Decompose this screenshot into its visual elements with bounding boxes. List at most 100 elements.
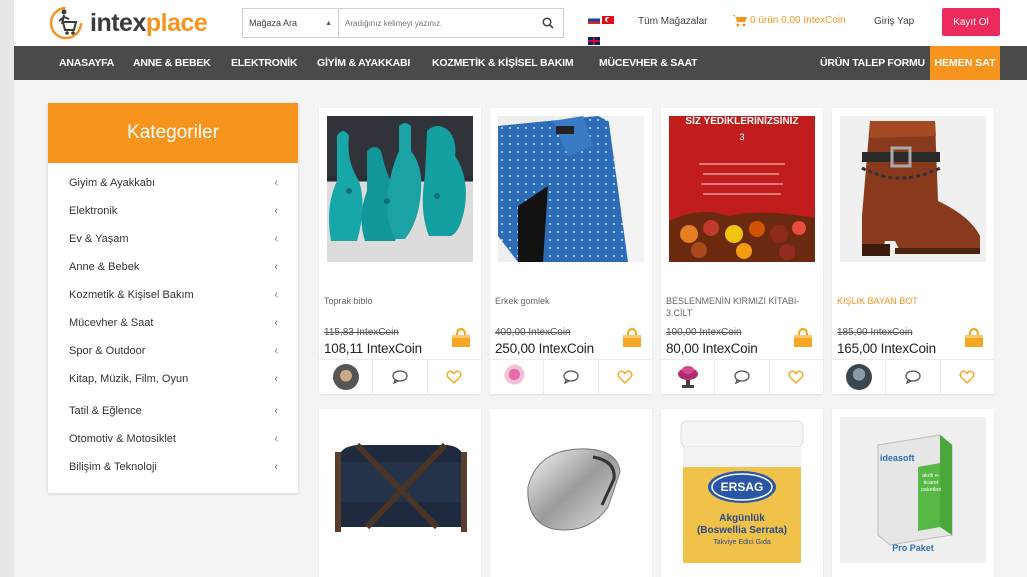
site-logo[interactable]: intexplace (48, 4, 208, 42)
product-card[interactable]: ideasoft akıllı e-ticaret paketleri Pro … (832, 409, 994, 577)
category-item[interactable]: Spor & Outdoor ‹ (48, 337, 298, 365)
category-label: Anne & Bebek (69, 261, 140, 273)
logo-text-intex: intex (90, 8, 146, 37)
product-name[interactable]: BESLENMENİN KIRMIZI KİTABI-3.CİLT (666, 295, 816, 319)
product-image-book-cover[interactable]: SİZ YEDİKLERİNİZSİNİZ 3 (669, 116, 815, 262)
favorite-button[interactable] (428, 360, 481, 394)
ersag-brand: ERSAG (720, 480, 764, 494)
category-item[interactable]: Kitap, Müzik, Film, Oyun ‹ (48, 365, 298, 397)
english-flag-icon[interactable] (588, 37, 600, 45)
product-card[interactable]: Toprak biblo 115,83 IntexCoin 108,11 Int… (319, 108, 481, 394)
product-card[interactable]: Erkek gomlek 400,00 IntexCoin 250,00 Int… (490, 108, 652, 394)
search-input[interactable] (339, 9, 533, 37)
seller-link[interactable] (661, 360, 716, 394)
search-button[interactable] (533, 9, 563, 37)
product-image-ideasoft-box[interactable]: ideasoft akıllı e-ticaret paketleri Pro … (840, 417, 986, 563)
category-item[interactable]: Ev & Yaşam ‹ (48, 225, 298, 253)
product-card[interactable]: ERSAG Akgünlük (Boswellia Serrata) Takvi… (661, 409, 823, 577)
chevron-left-icon: ‹ (274, 177, 278, 189)
product-card[interactable]: KIŞLIK BAYAN BOT 185,00 IntexCoin 165,00… (832, 108, 994, 394)
product-price: 80,00 IntexCoin (666, 341, 758, 356)
comment-icon (563, 370, 579, 384)
logo-cart-icon (48, 4, 88, 42)
favorite-button[interactable] (599, 360, 652, 394)
product-old-price: 115,83 IntexCoin (324, 327, 399, 338)
product-name[interactable]: Toprak biblo (324, 295, 474, 307)
category-label: Tatil & Eğlence (69, 405, 142, 417)
category-sidebar: Kategoriler Giyim & Ayakkabı ‹ Elektronik… (48, 103, 298, 493)
category-label: Kozmetik & Kişisel Bakım (69, 289, 194, 301)
category-item[interactable]: Giyim & Ayakkabı ‹ (48, 169, 298, 197)
nav-jewelry-watch[interactable]: MÜCEVHER & SAAT (599, 46, 698, 80)
product-image-boot[interactable] (840, 116, 986, 262)
category-label: Elektronik (69, 205, 118, 217)
all-stores-link[interactable]: Tüm Mağazalar (638, 16, 707, 27)
product-image-ceramic-vases[interactable] (327, 116, 473, 262)
russian-flag-icon[interactable] (588, 16, 600, 24)
select-arrows-icon: ▲ (325, 19, 332, 27)
chevron-left-icon: ‹ (274, 405, 278, 417)
product-image-shirt[interactable] (498, 116, 644, 262)
product-price: 108,11 IntexCoin (324, 341, 422, 356)
cart-icon (732, 15, 747, 27)
product-name[interactable]: KIŞLIK BAYAN BOT (837, 295, 987, 307)
product-image-ersag-supplement[interactable]: ERSAG Akgünlük (Boswellia Serrata) Takvi… (669, 417, 815, 563)
seller-avatar (845, 364, 872, 390)
heart-icon (617, 370, 633, 384)
comment-button[interactable] (715, 360, 770, 394)
category-item[interactable]: Mücevher & Saat ‹ (48, 309, 298, 337)
shopping-bag-icon[interactable] (793, 327, 813, 348)
seller-link[interactable] (490, 360, 545, 394)
shopping-bag-icon[interactable] (451, 327, 471, 348)
comment-icon (392, 370, 408, 384)
favorite-button[interactable] (941, 360, 994, 394)
seller-link[interactable] (832, 360, 887, 394)
ideasoft-brand: ideasoft (880, 453, 915, 463)
product-actions (832, 359, 994, 394)
category-label: Kitap, Müzik, Film, Oyun (69, 373, 189, 385)
category-item[interactable]: Otomotiv & Motosiklet ‹ (48, 425, 298, 453)
seller-link[interactable] (319, 360, 374, 394)
product-card[interactable] (319, 409, 481, 577)
nav-request-form[interactable]: ÜRÜN TALEP FORMU (820, 46, 925, 80)
product-actions (490, 359, 652, 394)
seller-avatar (677, 366, 698, 388)
login-link[interactable]: Giriş Yap (874, 16, 914, 27)
nav-electronics[interactable]: ELEKTRONİK (231, 46, 297, 80)
category-item[interactable]: Tatil & Eğlence ‹ (48, 397, 298, 425)
nav-mother-baby[interactable]: ANNE & BEBEK (133, 46, 211, 80)
product-card[interactable] (490, 409, 652, 577)
favorite-button[interactable] (770, 360, 823, 394)
nav-home[interactable]: ANASAYFA (59, 46, 114, 80)
shopping-bag-icon[interactable] (622, 327, 642, 348)
product-image-bag[interactable] (327, 417, 473, 563)
product-card[interactable]: SİZ YEDİKLERİNİZSİNİZ 3 BESLENMENİN KIRM… (661, 108, 823, 394)
product-old-price: 100,00 IntexCoin (666, 327, 742, 338)
comment-button[interactable] (373, 360, 428, 394)
logo-text-place: place (145, 8, 208, 37)
cart-link[interactable]: 0 ürün 0,00 IntexCoin (732, 14, 846, 27)
category-item[interactable]: Bilişim & Teknoloji ‹ (48, 453, 298, 481)
product-name[interactable]: Erkek gomlek (495, 295, 645, 307)
turkish-flag-icon[interactable] (602, 16, 614, 24)
product-image-money-clip[interactable] (498, 417, 644, 563)
chevron-left-icon: ‹ (274, 433, 278, 445)
chevron-left-icon: ‹ (274, 345, 278, 357)
comment-button[interactable] (886, 360, 941, 394)
shopping-bag-icon[interactable] (964, 327, 984, 348)
category-label: Ev & Yaşam (69, 233, 129, 245)
comment-button[interactable] (544, 360, 599, 394)
nav-cosmetics[interactable]: KOZMETİK & KİŞİSEL BAKIM (432, 46, 574, 80)
search-bar: Mağaza Ara ▲ (242, 8, 564, 38)
ersag-subtitle: Takviye Edici Gıda (713, 539, 771, 546)
chevron-left-icon: ‹ (274, 205, 278, 217)
category-item[interactable]: Anne & Bebek ‹ (48, 253, 298, 281)
nav-clothing-shoes[interactable]: GİYİM & AYAKKABI (317, 46, 410, 80)
category-item[interactable]: Elektronik ‹ (48, 197, 298, 225)
category-label: Giyim & Ayakkabı (69, 177, 155, 189)
category-item[interactable]: Kozmetik & Kişisel Bakım ‹ (48, 281, 298, 309)
register-button[interactable]: Kayıt Ol (942, 8, 1000, 36)
sell-now-button[interactable]: HEMEN SAT (930, 46, 1000, 80)
store-select[interactable]: Mağaza Ara ▲ (243, 9, 339, 37)
chevron-left-icon: ‹ (274, 233, 278, 245)
